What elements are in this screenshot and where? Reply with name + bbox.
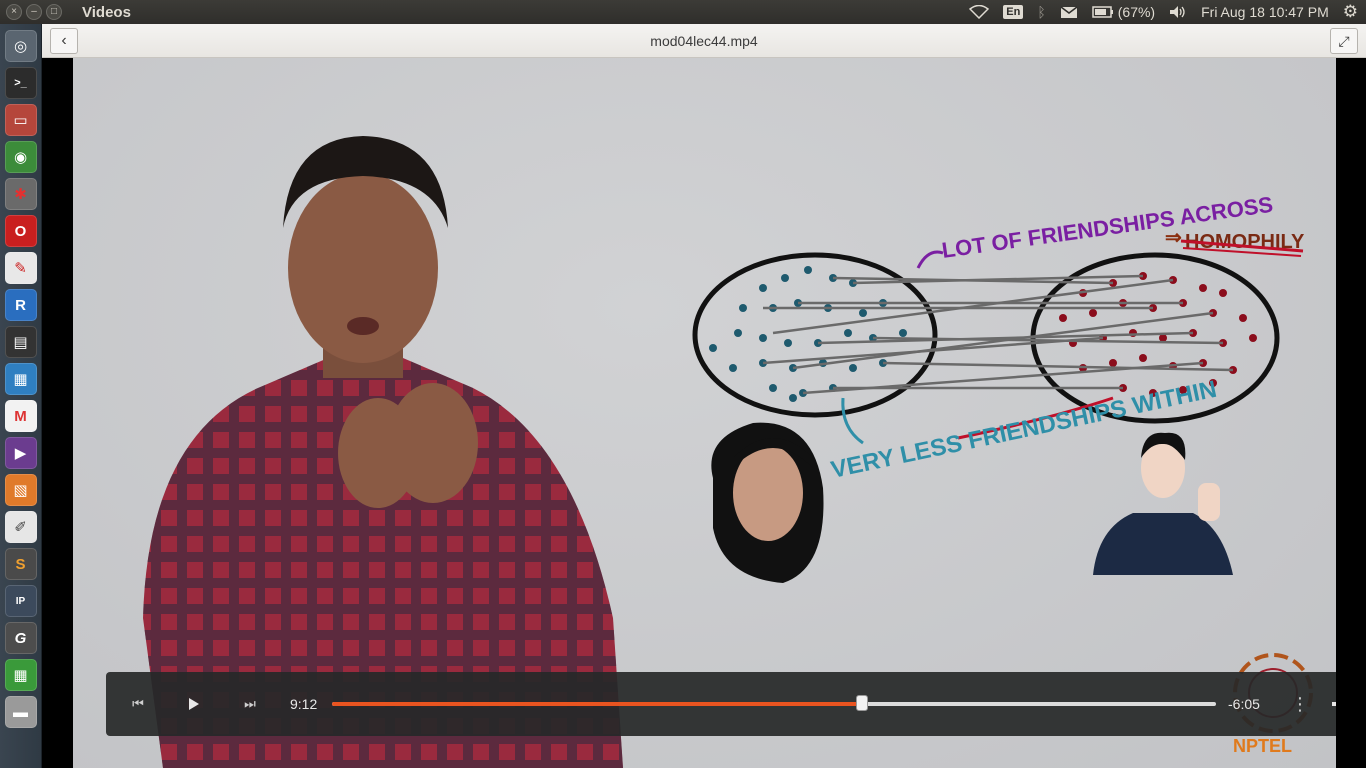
minimize-icon[interactable]: – bbox=[26, 4, 42, 20]
video-icon[interactable]: ▤ bbox=[4, 326, 37, 358]
volume-button[interactable] bbox=[1326, 690, 1336, 718]
opera-icon[interactable]: O bbox=[4, 215, 37, 247]
back-button[interactable]: ‹ bbox=[50, 28, 78, 54]
battery-icon bbox=[1092, 6, 1113, 18]
maximize-icon[interactable]: □ bbox=[46, 4, 62, 20]
calc-icon[interactable]: ▦ bbox=[4, 659, 37, 691]
annotation-homophily: HOMOPHILY bbox=[1180, 231, 1305, 257]
volume-icon[interactable] bbox=[1169, 5, 1187, 19]
app-title: Videos bbox=[82, 3, 131, 21]
writer-icon[interactable]: ▦ bbox=[4, 363, 37, 395]
seek-progress bbox=[332, 702, 863, 706]
keyboard-layout-indicator[interactable]: En bbox=[1003, 5, 1024, 19]
header-bar: ‹ mod04lec44.mp4 ⤢ bbox=[42, 24, 1366, 58]
terminal-icon[interactable]: >_ bbox=[4, 67, 37, 99]
seek-bar[interactable] bbox=[332, 695, 1216, 711]
evince-icon[interactable]: ✎ bbox=[4, 252, 37, 284]
media-icon[interactable]: ▶ bbox=[4, 437, 37, 469]
dash-icon[interactable]: ◎ bbox=[4, 30, 37, 62]
expand-icon: ⤢ bbox=[1338, 33, 1350, 49]
more-options-button[interactable]: ⋮ bbox=[1286, 690, 1314, 718]
video-frame[interactable]: LOT OF FRIENDSHIPS ACROSS ⇒ HOMOPHILY VE… bbox=[73, 58, 1336, 768]
gmail-icon[interactable]: M bbox=[4, 400, 37, 432]
fullscreen-button[interactable]: ⤢ bbox=[1330, 28, 1358, 54]
text-editor-icon[interactable]: ✐ bbox=[4, 511, 37, 543]
r-icon[interactable]: R bbox=[4, 289, 37, 321]
launcher: ◎ >_ ▭ ◉ ✱ O ✎ R ▤ ▦ M ▶ ▧ ✐ S IP G ▦ ▬ bbox=[0, 24, 42, 768]
next-button[interactable]: ⏭ bbox=[236, 690, 264, 718]
gp-icon[interactable]: G bbox=[4, 622, 37, 654]
svg-text:⇒: ⇒ bbox=[1165, 227, 1182, 249]
woman-illustration bbox=[711, 422, 824, 583]
more-vertical-icon: ⋮ bbox=[1291, 693, 1309, 714]
time-remaining: -6:05 bbox=[1228, 696, 1260, 712]
cross-links bbox=[762, 274, 1234, 395]
wifi-icon[interactable] bbox=[969, 5, 990, 19]
ipython-icon[interactable]: IP bbox=[4, 585, 37, 617]
previous-button[interactable]: ⏮ bbox=[124, 690, 152, 718]
speaker-icon bbox=[1332, 702, 1336, 706]
files-icon[interactable]: ▭ bbox=[4, 104, 37, 136]
annotation-across: LOT OF FRIENDSHIPS ACROSS ⇒ bbox=[916, 192, 1275, 269]
video-area: LOT OF FRIENDSHIPS ACROSS ⇒ HOMOPHILY VE… bbox=[42, 58, 1366, 768]
chevron-left-icon: ‹ bbox=[61, 32, 67, 49]
man-illustration bbox=[1093, 432, 1233, 575]
skip-back-icon: ⏮ bbox=[132, 696, 144, 711]
battery-indicator[interactable]: (67%) bbox=[1092, 4, 1155, 20]
battery-percent: (67%) bbox=[1117, 4, 1156, 20]
gear-icon[interactable]: ⚙ bbox=[1343, 2, 1358, 22]
nptel-logo-text: NPTEL bbox=[1233, 736, 1292, 756]
settings-icon[interactable]: ✱ bbox=[4, 178, 37, 210]
drive-icon[interactable]: ▬ bbox=[4, 696, 37, 728]
time-elapsed: 9:12 bbox=[290, 696, 318, 712]
play-icon bbox=[189, 698, 199, 710]
chrome-icon[interactable]: ◉ bbox=[4, 141, 37, 173]
top-panel: × – □ Videos En ᛒ (67%) Fri Aug 18 10:47… bbox=[0, 0, 1366, 24]
clock[interactable]: Fri Aug 18 10:47 PM bbox=[1201, 4, 1329, 20]
impress-icon[interactable]: ▧ bbox=[4, 474, 37, 506]
indicator-area: En ᛒ (67%) Fri Aug 18 10:47 PM ⚙ bbox=[969, 2, 1366, 22]
playback-controls: ⏮ ⏭ 9:12 -6:05 ⋮ bbox=[106, 672, 1336, 736]
mail-icon[interactable] bbox=[1060, 5, 1078, 19]
skip-forward-icon: ⏭ bbox=[244, 696, 256, 711]
file-title: mod04lec44.mp4 bbox=[650, 32, 758, 49]
bluetooth-icon[interactable]: ᛒ bbox=[1037, 4, 1045, 20]
sublime-icon[interactable]: S bbox=[4, 548, 37, 580]
play-button[interactable] bbox=[180, 690, 208, 718]
close-icon[interactable]: × bbox=[6, 4, 22, 20]
seek-handle[interactable] bbox=[856, 695, 869, 711]
window-controls: × – □ bbox=[6, 4, 62, 20]
video-content: LOT OF FRIENDSHIPS ACROSS ⇒ HOMOPHILY VE… bbox=[143, 136, 1313, 768]
